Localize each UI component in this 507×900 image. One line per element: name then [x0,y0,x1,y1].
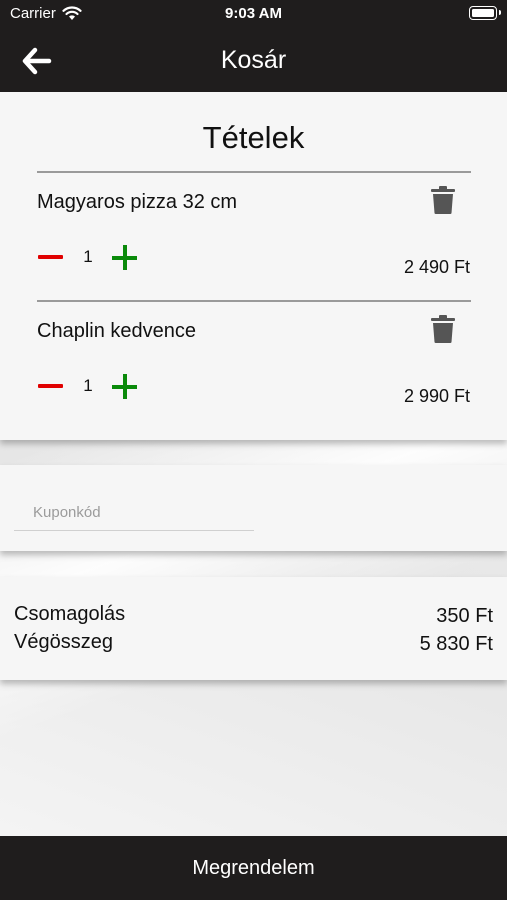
packaging-value: 350 Ft [436,605,493,627]
item-quantity: 1 [83,376,93,395]
total-value: 5 830 Ft [419,633,493,655]
status-bar: Carrier 9:03 AM [0,0,507,28]
item-price: 2 990 Ft [403,386,470,406]
divider [37,171,471,173]
total-label: Végösszeg [14,631,113,653]
coupon-code-input[interactable] [14,495,254,531]
items-card: Tételek Magyaros pizza 32 cm 1 2 490 Ft … [0,92,507,440]
status-time: 9:03 AM [225,5,282,22]
increase-quantity-button[interactable] [112,374,137,399]
totals-card: Csomagolás 350 Ft Végösszeg 5 830 Ft [0,577,507,680]
item-name: Magyaros pizza 32 cm [37,191,238,213]
trash-icon[interactable] [431,315,455,343]
increase-quantity-button[interactable] [112,245,137,270]
place-order-button[interactable]: Megrendelem [0,836,507,900]
item-price: 2 490 Ft [403,257,470,277]
navigation-bar: Carrier 9:03 AM Kosár [0,0,507,92]
item-name: Chaplin kedvence [37,320,196,342]
divider [37,300,471,302]
items-section-title: Tételek [202,120,305,155]
page-title: Kosár [220,46,287,74]
item-quantity: 1 [83,247,93,266]
trash-icon[interactable] [431,186,455,214]
decrease-quantity-button[interactable] [38,255,63,259]
decrease-quantity-button[interactable] [38,384,63,388]
battery-icon [469,6,501,20]
coupon-card [0,465,507,551]
packaging-label: Csomagolás [14,603,126,625]
